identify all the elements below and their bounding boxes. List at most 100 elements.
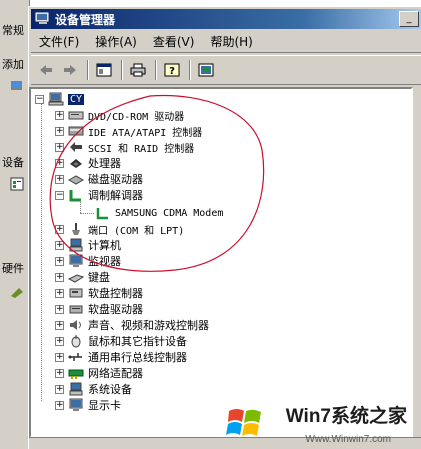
watermark-url: Www.Winwin7.com	[305, 434, 391, 445]
expand-toggle[interactable]: +	[55, 304, 64, 314]
properties-button[interactable]	[195, 59, 217, 81]
tree-item-display[interactable]: + 显示卡	[55, 397, 121, 413]
minimize-button[interactable]: _	[399, 11, 419, 27]
expand-toggle[interactable]: +	[55, 110, 64, 120]
usb-icon	[68, 353, 82, 361]
sound-icon	[70, 320, 81, 330]
toolbar-separator	[121, 60, 123, 80]
tree-item-scsi[interactable]: + SCSI 和 RAID 控制器	[55, 139, 194, 155]
tree-item-modem[interactable]: − 调制解调器	[55, 187, 143, 203]
processor-icon	[70, 159, 82, 168]
tree-item-label: 显示卡	[88, 399, 121, 412]
expand-toggle[interactable]: +	[55, 352, 64, 362]
expand-toggle[interactable]: +	[55, 272, 64, 282]
collapse-toggle[interactable]: −	[35, 94, 44, 104]
menu-action[interactable]: 操作(A)	[87, 33, 145, 50]
device-manager-icon	[10, 177, 24, 191]
tree-item-label: SCSI 和 RAID 控制器	[88, 143, 195, 155]
tree-item-disk[interactable]: + 磁盘驱动器	[55, 171, 143, 187]
tree-item-label: 计算机	[88, 239, 121, 252]
tree-item-port[interactable]: + 端口 (COM 和 LPT)	[55, 221, 184, 237]
tree-item-label: 调制解调器	[88, 189, 143, 202]
modem-icon	[69, 190, 81, 202]
tree-item-samsung-modem[interactable]: SAMSUNG CDMA Modem	[95, 205, 223, 221]
computer-icon	[69, 238, 83, 252]
back-button[interactable]	[35, 59, 57, 81]
display-icon	[69, 398, 83, 411]
menu-file[interactable]: 文件(F)	[31, 33, 87, 50]
expand-toggle[interactable]: +	[55, 126, 64, 136]
console-tree-icon	[96, 63, 112, 77]
tree-item-label: 端口 (COM 和 LPT)	[88, 225, 185, 237]
mouse-icon	[71, 335, 81, 348]
toolbar: ?	[31, 55, 421, 85]
expand-toggle[interactable]: +	[55, 368, 64, 378]
tree-root-label: CY	[68, 93, 85, 105]
expand-toggle[interactable]: +	[55, 224, 64, 234]
disk-icon	[68, 175, 84, 185]
tree-item-usb[interactable]: + 通用串行总线控制器	[55, 349, 187, 365]
tree-item-floppy-controller[interactable]: + 软盘控制器	[55, 285, 143, 301]
tree-item-mouse[interactable]: + 鼠标和其它指针设备	[55, 333, 187, 349]
tree-item-label: 网络适配器	[88, 367, 143, 380]
tree-item-monitor[interactable]: + 监视器	[55, 253, 121, 269]
print-button[interactable]	[127, 59, 149, 81]
computer-root-icon	[48, 92, 64, 106]
port-icon	[72, 223, 80, 235]
menu-help[interactable]: 帮助(H)	[202, 33, 260, 50]
device-manager-window: 设备管理器 _ 文件(F) 操作(A) 查看(V) 帮助(H) ? − CY +…	[28, 6, 421, 449]
expand-toggle[interactable]: +	[55, 158, 64, 168]
bg-label-general: 常规	[2, 24, 24, 37]
expand-toggle[interactable]: +	[55, 400, 64, 410]
forward-button[interactable]	[59, 59, 81, 81]
device-tree[interactable]: − CY + DVD/CD-ROM 驱动器 + IDE ATA/ATAPI 控制…	[29, 87, 413, 438]
tree-item-sound[interactable]: + 声音、视频和游戏控制器	[55, 317, 209, 333]
expand-toggle[interactable]: +	[55, 142, 64, 152]
back-arrow-icon	[40, 65, 52, 75]
tree-item-label: IDE ATA/ATAPI 控制器	[88, 127, 203, 139]
tree-item-label: 磁盘驱动器	[88, 173, 143, 186]
device-manager-app-icon	[35, 12, 49, 24]
tree-item-label: 处理器	[88, 157, 121, 170]
tree-item-dvd[interactable]: + DVD/CD-ROM 驱动器	[55, 107, 184, 123]
expand-toggle[interactable]: +	[55, 240, 64, 250]
tree-item-system[interactable]: + 系统设备	[55, 381, 132, 397]
tree-root[interactable]: − CY	[35, 91, 85, 107]
toolbar-separator	[189, 60, 191, 80]
properties-icon	[198, 63, 214, 77]
expand-toggle[interactable]: +	[55, 288, 64, 298]
tree-item-processor[interactable]: + 处理器	[55, 155, 121, 171]
menu-view[interactable]: 查看(V)	[145, 33, 203, 50]
expand-toggle[interactable]: +	[55, 320, 64, 330]
show-hide-tree-button[interactable]	[93, 59, 115, 81]
printer-icon	[130, 63, 146, 77]
help-icon: ?	[164, 63, 180, 77]
tree-item-label: 键盘	[88, 271, 110, 284]
expand-toggle[interactable]: +	[55, 256, 64, 266]
help-button[interactable]: ?	[161, 59, 183, 81]
tree-item-label: 通用串行总线控制器	[88, 351, 187, 364]
hardware-profile-icon	[11, 288, 23, 298]
tree-item-keyboard[interactable]: + 键盘	[55, 269, 110, 285]
bg-label-hardware: 硬件	[2, 262, 24, 275]
floppy-controller-icon	[69, 288, 83, 298]
tree-item-ide[interactable]: + IDE ATA/ATAPI 控制器	[55, 123, 202, 139]
tree-item-floppy-drive[interactable]: + 软盘驱动器	[55, 301, 143, 317]
tree-item-label: 系统设备	[88, 383, 132, 396]
tree-item-computer[interactable]: + 计算机	[55, 237, 121, 253]
watermark: Win7系统之家 Www.Winwin7.com	[225, 401, 415, 445]
windows-logo-icon	[226, 409, 261, 436]
tree-item-label: 监视器	[88, 255, 121, 268]
toolbar-separator	[155, 60, 157, 80]
monitor-icon	[69, 254, 83, 267]
collapse-toggle[interactable]: −	[55, 190, 64, 200]
title-bar[interactable]: 设备管理器 _	[31, 9, 421, 29]
expand-toggle[interactable]: +	[55, 336, 64, 346]
tree-item-network[interactable]: + 网络适配器	[55, 365, 143, 381]
wizard-icon	[11, 81, 22, 90]
background-properties-window: 常规 添加 设备 硬件	[0, 0, 30, 449]
tree-item-label: SAMSUNG CDMA Modem	[115, 207, 224, 219]
tree-item-label: 声音、视频和游戏控制器	[88, 319, 209, 332]
expand-toggle[interactable]: +	[55, 174, 64, 184]
expand-toggle[interactable]: +	[55, 384, 64, 394]
